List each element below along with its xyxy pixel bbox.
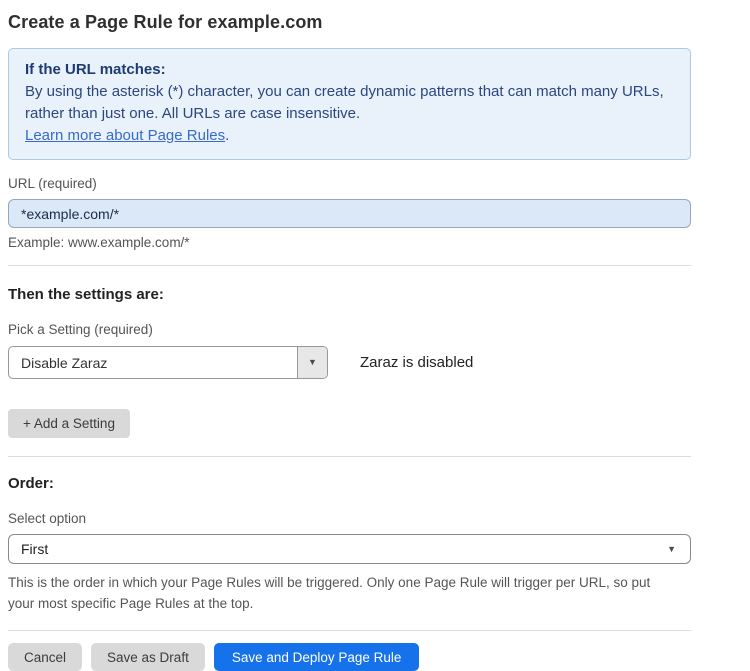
setting-row: Disable Zaraz ▼ Zaraz is disabled [8, 346, 691, 379]
save-draft-button[interactable]: Save as Draft [91, 643, 205, 671]
info-box-body: By using the asterisk (*) character, you… [25, 81, 665, 125]
setting-dropdown[interactable]: Disable Zaraz ▼ [8, 346, 328, 379]
order-section-heading: Order: [8, 475, 691, 492]
url-input-value: *example.com/* [21, 206, 119, 222]
learn-more-link[interactable]: Learn more about Page Rules [25, 127, 225, 144]
page-title: Create a Page Rule for example.com [8, 12, 691, 33]
page-rule-form: Create a Page Rule for example.com If th… [0, 0, 691, 671]
chevron-down-icon: ▼ [667, 545, 676, 554]
order-select[interactable]: First ▼ [8, 534, 691, 564]
info-box-heading: If the URL matches: [25, 59, 674, 81]
order-select-value: First [21, 541, 48, 557]
setting-dropdown-arrow-button[interactable]: ▼ [297, 347, 327, 378]
setting-dropdown-value: Disable Zaraz [9, 347, 297, 378]
settings-section-heading: Then the settings are: [8, 286, 691, 303]
order-help-text: This is the order in which your Page Rul… [8, 572, 678, 614]
url-field-label: URL (required) [8, 175, 691, 193]
setting-picker-label: Pick a Setting (required) [8, 321, 691, 339]
link-suffix: . [225, 127, 229, 144]
url-match-info-box: If the URL matches: By using the asteris… [8, 48, 691, 160]
add-setting-button[interactable]: + Add a Setting [8, 409, 130, 438]
divider-settings-order [8, 456, 691, 457]
url-example-hint: Example: www.example.com/* [8, 235, 691, 250]
save-deploy-button[interactable]: Save and Deploy Page Rule [214, 643, 420, 671]
setting-status-text: Zaraz is disabled [360, 354, 473, 371]
divider-url-settings [8, 265, 691, 266]
form-actions: Cancel Save as Draft Save and Deploy Pag… [8, 643, 691, 671]
url-input[interactable]: *example.com/* [8, 199, 691, 228]
order-select-label: Select option [8, 510, 691, 528]
divider-order-actions [8, 630, 691, 631]
info-link-line: Learn more about Page Rules. [25, 125, 674, 147]
cancel-button[interactable]: Cancel [8, 643, 82, 671]
chevron-down-icon: ▼ [308, 358, 317, 367]
